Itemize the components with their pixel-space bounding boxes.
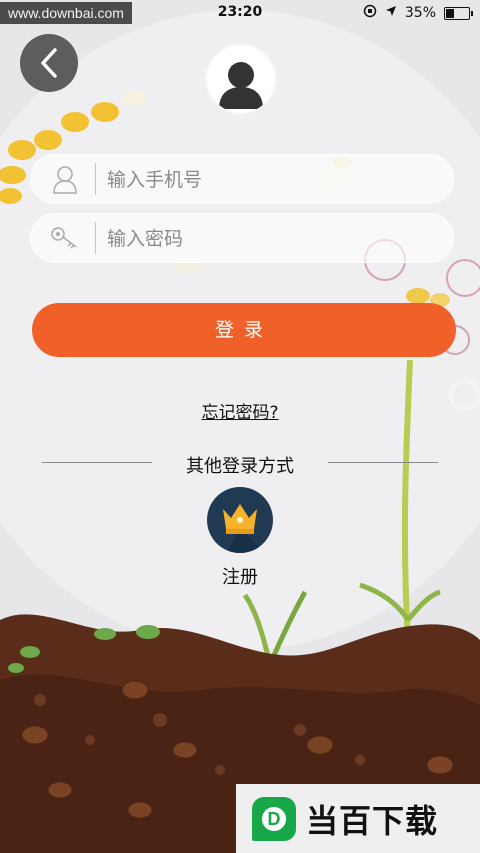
location-arrow-icon bbox=[385, 5, 397, 21]
crown-icon bbox=[223, 504, 273, 553]
battery-level bbox=[446, 8, 454, 18]
divider-right bbox=[328, 462, 438, 463]
password-field[interactable] bbox=[30, 213, 454, 263]
status-icons: 35% bbox=[363, 4, 473, 22]
phone-input[interactable] bbox=[105, 163, 429, 197]
brand-logo-letter: D bbox=[268, 809, 281, 829]
orientation-lock-icon bbox=[363, 4, 377, 22]
phone-field[interactable] bbox=[30, 154, 454, 204]
forgot-password-label[interactable]: 忘记密码? bbox=[201, 403, 278, 423]
field-divider bbox=[95, 222, 96, 254]
background-image bbox=[0, 0, 480, 853]
chevron-left-icon bbox=[41, 48, 57, 78]
back-button[interactable] bbox=[20, 34, 78, 92]
other-login-title: 其他登录方式 bbox=[186, 456, 294, 477]
password-input[interactable] bbox=[105, 222, 429, 256]
battery-percent: 35% bbox=[404, 5, 436, 21]
login-button[interactable]: 登录 bbox=[32, 303, 456, 357]
forgot-password-link[interactable]: 忘记密码? bbox=[0, 398, 480, 423]
field-divider bbox=[95, 163, 96, 195]
brand-watermark: D 当百下载 bbox=[236, 784, 480, 853]
brand-logo: D bbox=[252, 796, 296, 841]
register-button[interactable] bbox=[207, 487, 273, 553]
user-outline-icon bbox=[49, 164, 81, 194]
brand-text: 当百下载 bbox=[306, 801, 439, 840]
user-silhouette-icon bbox=[219, 62, 263, 109]
status-bar: www.downbai.com 23:20 35% bbox=[0, 0, 480, 24]
register-label[interactable]: 注册 bbox=[0, 563, 480, 589]
avatar bbox=[205, 43, 277, 115]
key-icon bbox=[49, 223, 81, 253]
battery-icon bbox=[444, 6, 473, 20]
